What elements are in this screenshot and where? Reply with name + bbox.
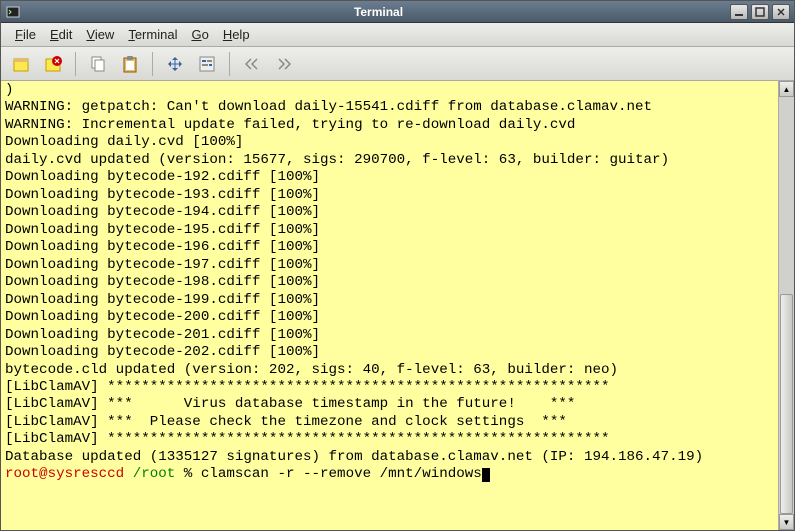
menu-terminal[interactable]: Terminal <box>122 25 183 44</box>
titlebar[interactable]: Terminal <box>1 1 794 23</box>
toolbar <box>1 47 794 81</box>
toolbar-separator <box>152 52 153 76</box>
paste-button[interactable] <box>116 50 144 78</box>
scrollbar[interactable]: ▲ ▼ <box>778 81 794 530</box>
scrollbar-thumb[interactable] <box>780 294 793 514</box>
menu-go[interactable]: Go <box>185 25 214 44</box>
close-button[interactable] <box>772 4 790 20</box>
scroll-down-button[interactable]: ▼ <box>779 514 794 530</box>
menu-help[interactable]: Help <box>217 25 256 44</box>
menubar: File Edit View Terminal Go Help <box>1 23 794 47</box>
scrollbar-track[interactable] <box>779 97 794 514</box>
copy-button[interactable] <box>84 50 112 78</box>
scroll-up-button[interactable]: ▲ <box>779 81 794 97</box>
window-title: Terminal <box>27 5 730 19</box>
preferences-button[interactable] <box>193 50 221 78</box>
terminal-area: ) WARNING: getpatch: Can't download dail… <box>1 81 794 530</box>
close-tab-button[interactable] <box>39 50 67 78</box>
new-tab-button[interactable] <box>7 50 35 78</box>
toolbar-separator <box>75 52 76 76</box>
terminal-output[interactable]: ) WARNING: getpatch: Can't download dail… <box>1 81 778 530</box>
next-tab-button[interactable] <box>270 50 298 78</box>
menu-edit[interactable]: Edit <box>44 25 78 44</box>
maximize-button[interactable] <box>751 4 769 20</box>
window-controls <box>730 4 790 20</box>
prev-tab-button[interactable] <box>238 50 266 78</box>
terminal-cursor <box>482 468 490 482</box>
menu-file[interactable]: File <box>9 25 42 44</box>
terminal-window: Terminal File Edit View Terminal Go Help <box>0 0 795 531</box>
menu-view[interactable]: View <box>80 25 120 44</box>
fullscreen-button[interactable] <box>161 50 189 78</box>
toolbar-separator <box>229 52 230 76</box>
minimize-button[interactable] <box>730 4 748 20</box>
terminal-app-icon <box>5 4 21 20</box>
